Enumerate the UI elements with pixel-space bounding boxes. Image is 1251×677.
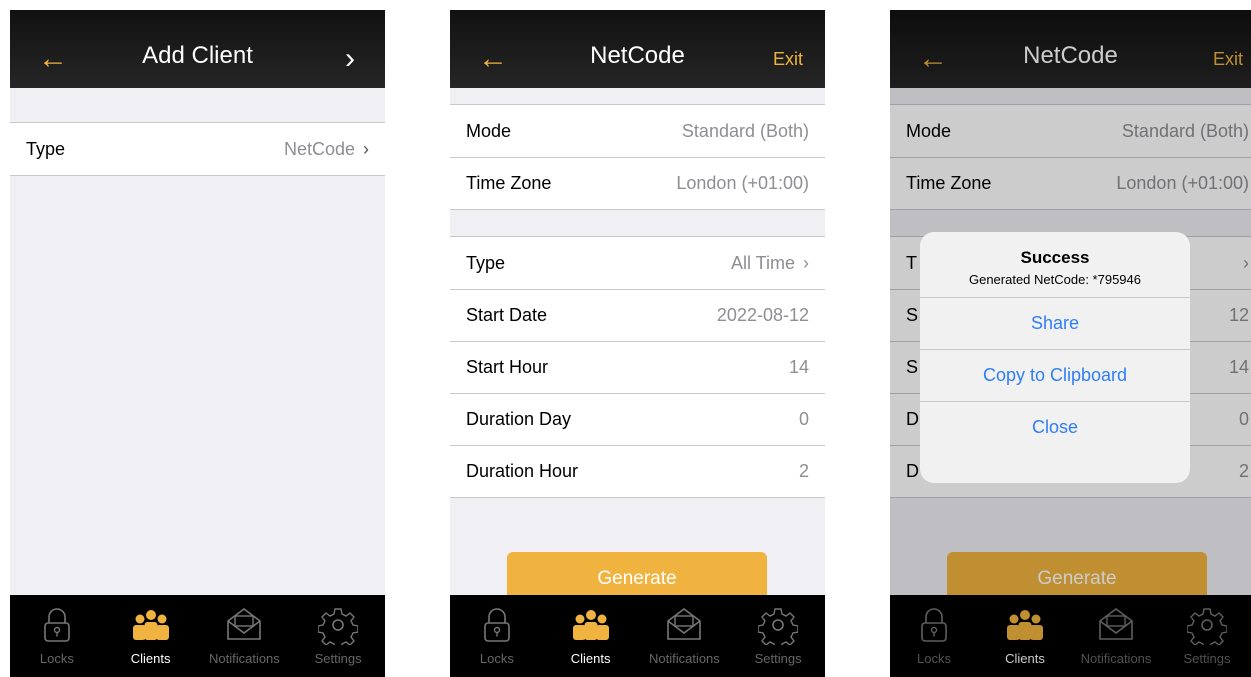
gear-icon xyxy=(318,608,359,645)
share-button[interactable]: Share xyxy=(920,297,1190,349)
type-group: Type NetCode › xyxy=(10,122,385,176)
tab-label: Notifications xyxy=(208,651,280,666)
copy-to-clipboard-button[interactable]: Copy to Clipboard xyxy=(920,349,1190,401)
tab-locks[interactable]: Locks xyxy=(453,605,541,666)
tab-label: Notifications xyxy=(648,651,720,666)
row-value: Standard (Both) xyxy=(681,120,809,141)
schedule-group: Type All Time › Start Date 2022-08-12 Sta… xyxy=(450,236,825,498)
start-hour-row[interactable]: Start Hour 14 xyxy=(450,341,825,393)
success-alert: Success Generated NetCode: *795946 Share… xyxy=(920,232,1190,483)
row-label: Mode xyxy=(466,120,512,141)
exit-button[interactable]: Exit xyxy=(773,49,803,70)
tab-label: Settings xyxy=(754,651,802,666)
clients-icon xyxy=(572,610,609,640)
tab-label: Locks xyxy=(39,651,74,666)
page-title: Add Client xyxy=(142,42,253,69)
row-value: 2 xyxy=(798,461,809,481)
type-row[interactable]: Type NetCode › xyxy=(10,123,385,175)
row-label: Start Date xyxy=(466,305,548,325)
nav-bar: ← NetCode Exit xyxy=(450,10,825,88)
close-button[interactable]: Close xyxy=(920,401,1190,453)
tab-label: Clients xyxy=(130,651,171,666)
clients-icon xyxy=(132,610,169,640)
tab-label: Locks xyxy=(479,651,514,666)
page-title: NetCode xyxy=(590,42,685,69)
gear-icon xyxy=(758,608,799,645)
tab-bar: Locks Clients Notifications Settings xyxy=(10,595,385,677)
netcode-success-screen: ← NetCode Exit Mode Standard (Both) Time… xyxy=(890,10,1251,677)
row-label: Duration Day xyxy=(466,409,572,429)
row-value: London (+01:00) xyxy=(676,173,809,193)
chevron-right-icon: › xyxy=(363,138,369,159)
tab-bar: Locks Clients Notifications Settings xyxy=(450,595,825,677)
type-value: NetCode xyxy=(283,138,355,159)
mode-row[interactable]: Mode Standard (Both) xyxy=(450,105,825,157)
envelope-icon xyxy=(667,608,702,640)
alert-message: Generated NetCode: *795946 xyxy=(968,272,1141,287)
tab-clients[interactable]: Clients xyxy=(547,605,635,666)
row-label: Time Zone xyxy=(466,173,552,193)
alert-header: Success Generated NetCode: *795946 xyxy=(920,232,1190,297)
tab-notifications[interactable]: Notifications xyxy=(200,605,288,666)
time-zone-row[interactable]: Time Zone London (+01:00) xyxy=(450,157,825,209)
back-arrow-icon[interactable]: ← xyxy=(38,44,68,74)
row-value: 2022-08-12 xyxy=(716,305,809,325)
tab-label: Settings xyxy=(314,651,362,666)
row-label: Start Hour xyxy=(466,357,549,377)
duration-day-row[interactable]: Duration Day 0 xyxy=(450,393,825,445)
row-label: Duration Hour xyxy=(466,461,579,481)
mode-group: Mode Standard (Both) Time Zone London (+… xyxy=(450,104,825,210)
envelope-icon xyxy=(227,608,262,640)
duration-hour-row[interactable]: Duration Hour 2 xyxy=(450,445,825,497)
row-value: 14 xyxy=(788,357,809,377)
tab-notifications[interactable]: Notifications xyxy=(640,605,728,666)
tab-settings[interactable]: Settings xyxy=(734,605,822,666)
type-label: Type xyxy=(26,138,66,159)
row-label: Type xyxy=(466,252,506,273)
nav-bar: ← Add Client › xyxy=(10,10,385,88)
lock-icon xyxy=(44,608,70,642)
row-value: 0 xyxy=(798,409,809,429)
add-client-screen: ← Add Client › Type NetCode › Locks Clien… xyxy=(10,10,385,677)
start-date-row[interactable]: Start Date 2022-08-12 xyxy=(450,289,825,341)
netcode-screen: ← NetCode Exit Mode Standard (Both) Time… xyxy=(450,10,825,677)
lock-icon xyxy=(484,608,510,642)
row-value: All Time xyxy=(730,252,795,273)
next-chevron-icon[interactable]: › xyxy=(345,44,355,74)
tab-settings[interactable]: Settings xyxy=(294,605,382,666)
alert-title: Success xyxy=(1020,248,1090,267)
type-row[interactable]: Type All Time › xyxy=(450,237,825,289)
tab-clients[interactable]: Clients xyxy=(107,605,195,666)
chevron-right-icon: › xyxy=(803,252,809,273)
tab-locks[interactable]: Locks xyxy=(13,605,101,666)
tab-label: Clients xyxy=(570,651,611,666)
back-arrow-icon[interactable]: ← xyxy=(478,44,508,74)
